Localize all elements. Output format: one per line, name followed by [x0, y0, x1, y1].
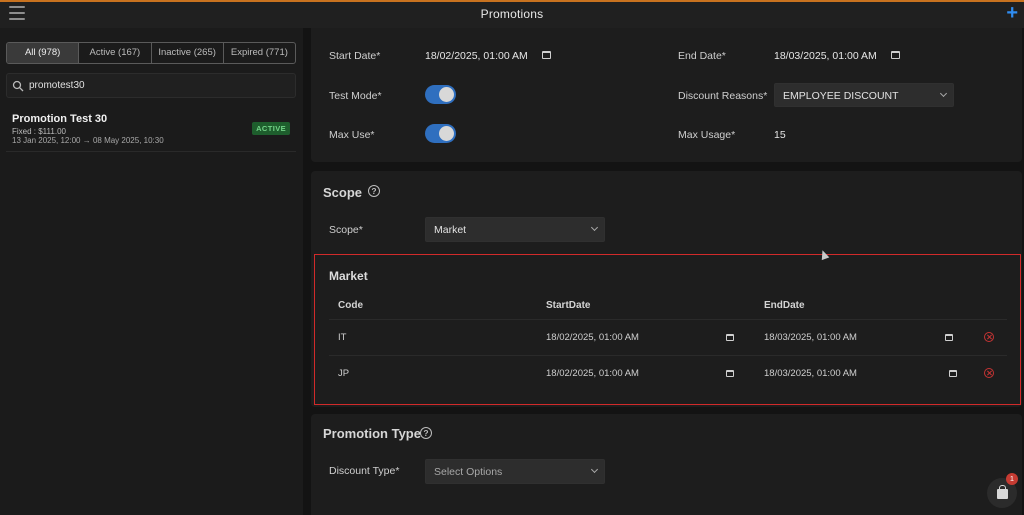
- discount-type-placeholder: Select Options: [434, 466, 503, 478]
- max-use-label: Max Use*: [329, 129, 375, 141]
- market-start-date[interactable]: 18/02/2025, 01:00 AM: [546, 368, 639, 379]
- end-date-field[interactable]: 18/03/2025, 01:00 AM: [774, 50, 877, 62]
- promotion-list-panel: All (978) Active (167) Inactive (265) Ex…: [0, 28, 303, 515]
- column-header-start-date: StartDate: [546, 300, 591, 311]
- promotion-date-range: 13 Jan 2025, 12:00 → 08 May 2025, 10:30: [12, 136, 164, 145]
- scope-label: Scope*: [329, 224, 363, 236]
- tab-active[interactable]: Active (167): [79, 43, 152, 63]
- plus-icon[interactable]: +: [1006, 2, 1018, 24]
- cart-count-badge: 1: [1006, 473, 1018, 485]
- search-box: [6, 73, 296, 98]
- chevron-down-icon: [939, 89, 948, 98]
- calendar-icon[interactable]: [726, 334, 734, 341]
- market-section: Market Code StartDate EndDate IT 18/02/2…: [314, 254, 1021, 405]
- remove-circle-icon[interactable]: [984, 368, 994, 378]
- calendar-icon[interactable]: [949, 370, 957, 377]
- end-date-label: End Date*: [678, 50, 726, 62]
- market-code: JP: [338, 368, 350, 379]
- discount-reasons-value: EMPLOYEE DISCOUNT: [783, 90, 899, 102]
- chevron-down-icon: [590, 465, 599, 474]
- calendar-icon[interactable]: [891, 51, 900, 59]
- tab-all[interactable]: All (978): [7, 43, 80, 63]
- table-row: IT 18/02/2025, 01:00 AM 18/03/2025, 01:0…: [329, 319, 1007, 354]
- tab-inactive[interactable]: Inactive (265): [152, 43, 224, 63]
- status-filter-tabs: All (978) Active (167) Inactive (265) Ex…: [6, 42, 296, 64]
- details-card: Start Date* 18/02/2025, 01:00 AM End Dat…: [311, 28, 1022, 162]
- max-use-toggle[interactable]: [425, 124, 456, 143]
- status-badge: ACTIVE: [252, 122, 290, 135]
- max-usage-value[interactable]: 15: [774, 129, 786, 141]
- market-title: Market: [329, 269, 368, 283]
- calendar-icon[interactable]: [542, 51, 551, 59]
- promotion-type-card: Promotion Type ? Discount Type* Select O…: [311, 414, 1022, 515]
- test-mode-toggle[interactable]: [425, 85, 456, 104]
- table-row: JP 18/02/2025, 01:00 AM 18/03/2025, 01:0…: [329, 355, 1007, 390]
- search-icon: [12, 80, 24, 92]
- discount-type-label: Discount Type*: [329, 465, 400, 477]
- page-title: Promotions: [480, 7, 544, 21]
- top-bar: Promotions +: [0, 0, 1024, 28]
- search-input[interactable]: [29, 76, 289, 95]
- discount-type-select[interactable]: Select Options: [425, 459, 605, 484]
- list-item[interactable]: Promotion Test 30 Fixed : $111.00 13 Jan…: [6, 108, 296, 152]
- panel-divider: [303, 28, 311, 515]
- scope-select[interactable]: Market: [425, 217, 605, 242]
- column-header-end-date: EndDate: [764, 300, 805, 311]
- calendar-icon[interactable]: [726, 370, 734, 377]
- scope-title: Scope: [323, 185, 363, 200]
- start-date-field[interactable]: 18/02/2025, 01:00 AM: [425, 50, 528, 62]
- market-code: IT: [338, 332, 347, 343]
- calendar-icon[interactable]: [945, 334, 953, 341]
- column-header-code: Code: [338, 300, 363, 311]
- market-start-date[interactable]: 18/02/2025, 01:00 AM: [546, 332, 639, 343]
- promotion-name: Promotion Test 30: [12, 113, 108, 125]
- tab-expired[interactable]: Expired (771): [224, 43, 295, 63]
- scope-value: Market: [434, 224, 467, 236]
- remove-circle-icon[interactable]: [984, 332, 994, 342]
- help-icon[interactable]: ?: [368, 185, 380, 197]
- shopping-bag-icon[interactable]: 1: [987, 473, 1018, 508]
- promotion-discount: Fixed : $111.00: [12, 127, 66, 136]
- discount-reasons-label: Discount Reasons*: [678, 90, 768, 102]
- test-mode-label: Test Mode*: [329, 90, 382, 102]
- help-icon[interactable]: ?: [420, 427, 432, 439]
- promotion-type-title: Promotion Type: [323, 426, 421, 441]
- chevron-down-icon: [590, 223, 599, 232]
- discount-reasons-select[interactable]: EMPLOYEE DISCOUNT: [774, 83, 954, 107]
- market-end-date[interactable]: 18/03/2025, 01:00 AM: [764, 368, 857, 379]
- max-usage-label: Max Usage*: [678, 129, 736, 141]
- bag-shape: [997, 485, 1008, 499]
- market-end-date[interactable]: 18/03/2025, 01:00 AM: [764, 332, 857, 343]
- start-date-label: Start Date*: [329, 50, 381, 62]
